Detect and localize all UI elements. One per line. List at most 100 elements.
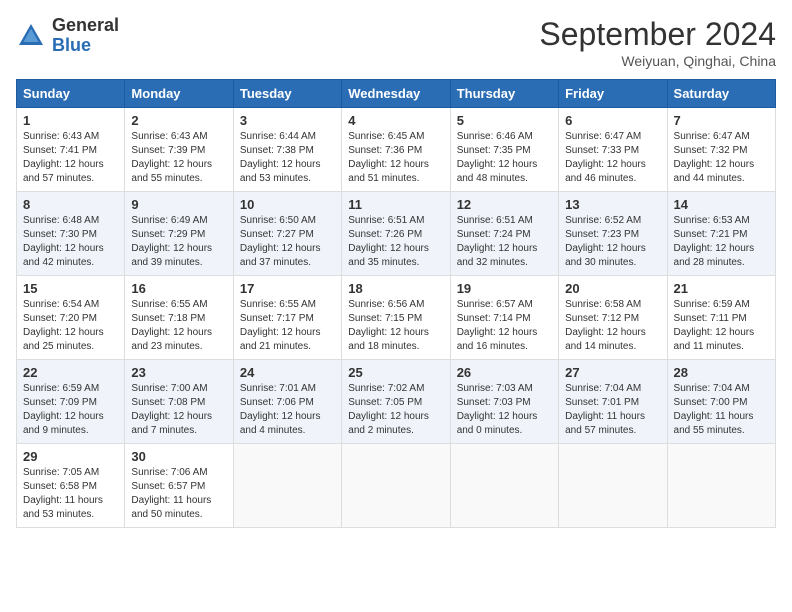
- calendar-week-row: 1 Sunrise: 6:43 AMSunset: 7:41 PMDayligh…: [17, 108, 776, 192]
- location: Weiyuan, Qinghai, China: [539, 53, 776, 69]
- day-number: 18: [348, 281, 443, 296]
- day-number: 16: [131, 281, 226, 296]
- day-info: Sunrise: 6:54 AMSunset: 7:20 PMDaylight:…: [23, 298, 118, 354]
- calendar-cell: 8 Sunrise: 6:48 AMSunset: 7:30 PMDayligh…: [17, 192, 125, 276]
- calendar-cell: 22 Sunrise: 6:59 AMSunset: 7:09 PMDaylig…: [17, 360, 125, 444]
- day-info: Sunrise: 7:06 AMSunset: 6:57 PMDaylight:…: [131, 466, 226, 522]
- calendar-cell: 10 Sunrise: 6:50 AMSunset: 7:27 PMDaylig…: [233, 192, 341, 276]
- weekday-header-row: SundayMondayTuesdayWednesdayThursdayFrid…: [17, 80, 776, 108]
- day-info: Sunrise: 7:05 AMSunset: 6:58 PMDaylight:…: [23, 466, 118, 522]
- day-info: Sunrise: 7:00 AMSunset: 7:08 PMDaylight:…: [131, 382, 226, 438]
- calendar-cell: 13 Sunrise: 6:52 AMSunset: 7:23 PMDaylig…: [559, 192, 667, 276]
- calendar-cell: 15 Sunrise: 6:54 AMSunset: 7:20 PMDaylig…: [17, 276, 125, 360]
- day-info: Sunrise: 6:56 AMSunset: 7:15 PMDaylight:…: [348, 298, 443, 354]
- calendar-cell: [233, 444, 341, 528]
- day-info: Sunrise: 6:57 AMSunset: 7:14 PMDaylight:…: [457, 298, 552, 354]
- day-info: Sunrise: 6:47 AMSunset: 7:32 PMDaylight:…: [674, 130, 769, 186]
- calendar-cell: 11 Sunrise: 6:51 AMSunset: 7:26 PMDaylig…: [342, 192, 450, 276]
- calendar-cell: 9 Sunrise: 6:49 AMSunset: 7:29 PMDayligh…: [125, 192, 233, 276]
- day-info: Sunrise: 6:58 AMSunset: 7:12 PMDaylight:…: [565, 298, 660, 354]
- day-info: Sunrise: 6:49 AMSunset: 7:29 PMDaylight:…: [131, 214, 226, 270]
- page-header: General Blue September 2024 Weiyuan, Qin…: [16, 16, 776, 69]
- day-number: 4: [348, 113, 443, 128]
- logo-blue-text: Blue: [52, 36, 119, 56]
- calendar-cell: 6 Sunrise: 6:47 AMSunset: 7:33 PMDayligh…: [559, 108, 667, 192]
- logo-general-text: General: [52, 16, 119, 36]
- calendar-cell: 12 Sunrise: 6:51 AMSunset: 7:24 PMDaylig…: [450, 192, 558, 276]
- day-number: 3: [240, 113, 335, 128]
- logo-text: General Blue: [52, 16, 119, 56]
- day-number: 1: [23, 113, 118, 128]
- calendar-cell: 29 Sunrise: 7:05 AMSunset: 6:58 PMDaylig…: [17, 444, 125, 528]
- calendar-cell: 14 Sunrise: 6:53 AMSunset: 7:21 PMDaylig…: [667, 192, 775, 276]
- day-number: 21: [674, 281, 769, 296]
- day-number: 20: [565, 281, 660, 296]
- logo: General Blue: [16, 16, 119, 56]
- title-block: September 2024 Weiyuan, Qinghai, China: [539, 16, 776, 69]
- day-info: Sunrise: 6:52 AMSunset: 7:23 PMDaylight:…: [565, 214, 660, 270]
- weekday-header: Monday: [125, 80, 233, 108]
- calendar-cell: 26 Sunrise: 7:03 AMSunset: 7:03 PMDaylig…: [450, 360, 558, 444]
- calendar-cell: 30 Sunrise: 7:06 AMSunset: 6:57 PMDaylig…: [125, 444, 233, 528]
- logo-icon: [16, 21, 46, 51]
- calendar-cell: 20 Sunrise: 6:58 AMSunset: 7:12 PMDaylig…: [559, 276, 667, 360]
- day-info: Sunrise: 6:44 AMSunset: 7:38 PMDaylight:…: [240, 130, 335, 186]
- calendar-cell: 28 Sunrise: 7:04 AMSunset: 7:00 PMDaylig…: [667, 360, 775, 444]
- month-title: September 2024: [539, 16, 776, 53]
- calendar-week-row: 22 Sunrise: 6:59 AMSunset: 7:09 PMDaylig…: [17, 360, 776, 444]
- day-number: 8: [23, 197, 118, 212]
- calendar-cell: 5 Sunrise: 6:46 AMSunset: 7:35 PMDayligh…: [450, 108, 558, 192]
- calendar-cell: 1 Sunrise: 6:43 AMSunset: 7:41 PMDayligh…: [17, 108, 125, 192]
- calendar-cell: 4 Sunrise: 6:45 AMSunset: 7:36 PMDayligh…: [342, 108, 450, 192]
- calendar-cell: 16 Sunrise: 6:55 AMSunset: 7:18 PMDaylig…: [125, 276, 233, 360]
- day-info: Sunrise: 6:45 AMSunset: 7:36 PMDaylight:…: [348, 130, 443, 186]
- weekday-header: Thursday: [450, 80, 558, 108]
- day-number: 24: [240, 365, 335, 380]
- day-info: Sunrise: 6:46 AMSunset: 7:35 PMDaylight:…: [457, 130, 552, 186]
- day-info: Sunrise: 6:53 AMSunset: 7:21 PMDaylight:…: [674, 214, 769, 270]
- calendar-cell: [342, 444, 450, 528]
- day-number: 10: [240, 197, 335, 212]
- calendar-cell: 19 Sunrise: 6:57 AMSunset: 7:14 PMDaylig…: [450, 276, 558, 360]
- weekday-header: Sunday: [17, 80, 125, 108]
- day-info: Sunrise: 6:55 AMSunset: 7:18 PMDaylight:…: [131, 298, 226, 354]
- day-info: Sunrise: 6:48 AMSunset: 7:30 PMDaylight:…: [23, 214, 118, 270]
- day-number: 11: [348, 197, 443, 212]
- day-number: 30: [131, 449, 226, 464]
- day-number: 27: [565, 365, 660, 380]
- day-number: 7: [674, 113, 769, 128]
- weekday-header: Wednesday: [342, 80, 450, 108]
- calendar-week-row: 29 Sunrise: 7:05 AMSunset: 6:58 PMDaylig…: [17, 444, 776, 528]
- day-info: Sunrise: 6:59 AMSunset: 7:11 PMDaylight:…: [674, 298, 769, 354]
- day-number: 22: [23, 365, 118, 380]
- calendar-cell: 27 Sunrise: 7:04 AMSunset: 7:01 PMDaylig…: [559, 360, 667, 444]
- calendar-cell: 18 Sunrise: 6:56 AMSunset: 7:15 PMDaylig…: [342, 276, 450, 360]
- calendar-cell: 7 Sunrise: 6:47 AMSunset: 7:32 PMDayligh…: [667, 108, 775, 192]
- day-info: Sunrise: 7:02 AMSunset: 7:05 PMDaylight:…: [348, 382, 443, 438]
- day-info: Sunrise: 6:50 AMSunset: 7:27 PMDaylight:…: [240, 214, 335, 270]
- calendar-cell: 2 Sunrise: 6:43 AMSunset: 7:39 PMDayligh…: [125, 108, 233, 192]
- calendar-cell: 3 Sunrise: 6:44 AMSunset: 7:38 PMDayligh…: [233, 108, 341, 192]
- day-number: 25: [348, 365, 443, 380]
- day-number: 14: [674, 197, 769, 212]
- weekday-header: Tuesday: [233, 80, 341, 108]
- day-number: 23: [131, 365, 226, 380]
- day-number: 26: [457, 365, 552, 380]
- day-number: 6: [565, 113, 660, 128]
- day-info: Sunrise: 6:51 AMSunset: 7:26 PMDaylight:…: [348, 214, 443, 270]
- calendar-table: SundayMondayTuesdayWednesdayThursdayFrid…: [16, 79, 776, 528]
- calendar-cell: 23 Sunrise: 7:00 AMSunset: 7:08 PMDaylig…: [125, 360, 233, 444]
- day-info: Sunrise: 6:43 AMSunset: 7:39 PMDaylight:…: [131, 130, 226, 186]
- day-number: 19: [457, 281, 552, 296]
- calendar-cell: 21 Sunrise: 6:59 AMSunset: 7:11 PMDaylig…: [667, 276, 775, 360]
- day-number: 2: [131, 113, 226, 128]
- day-info: Sunrise: 7:04 AMSunset: 7:01 PMDaylight:…: [565, 382, 660, 438]
- calendar-cell: 17 Sunrise: 6:55 AMSunset: 7:17 PMDaylig…: [233, 276, 341, 360]
- calendar-cell: 24 Sunrise: 7:01 AMSunset: 7:06 PMDaylig…: [233, 360, 341, 444]
- day-number: 13: [565, 197, 660, 212]
- day-number: 9: [131, 197, 226, 212]
- day-info: Sunrise: 6:59 AMSunset: 7:09 PMDaylight:…: [23, 382, 118, 438]
- day-info: Sunrise: 6:47 AMSunset: 7:33 PMDaylight:…: [565, 130, 660, 186]
- day-number: 29: [23, 449, 118, 464]
- day-number: 17: [240, 281, 335, 296]
